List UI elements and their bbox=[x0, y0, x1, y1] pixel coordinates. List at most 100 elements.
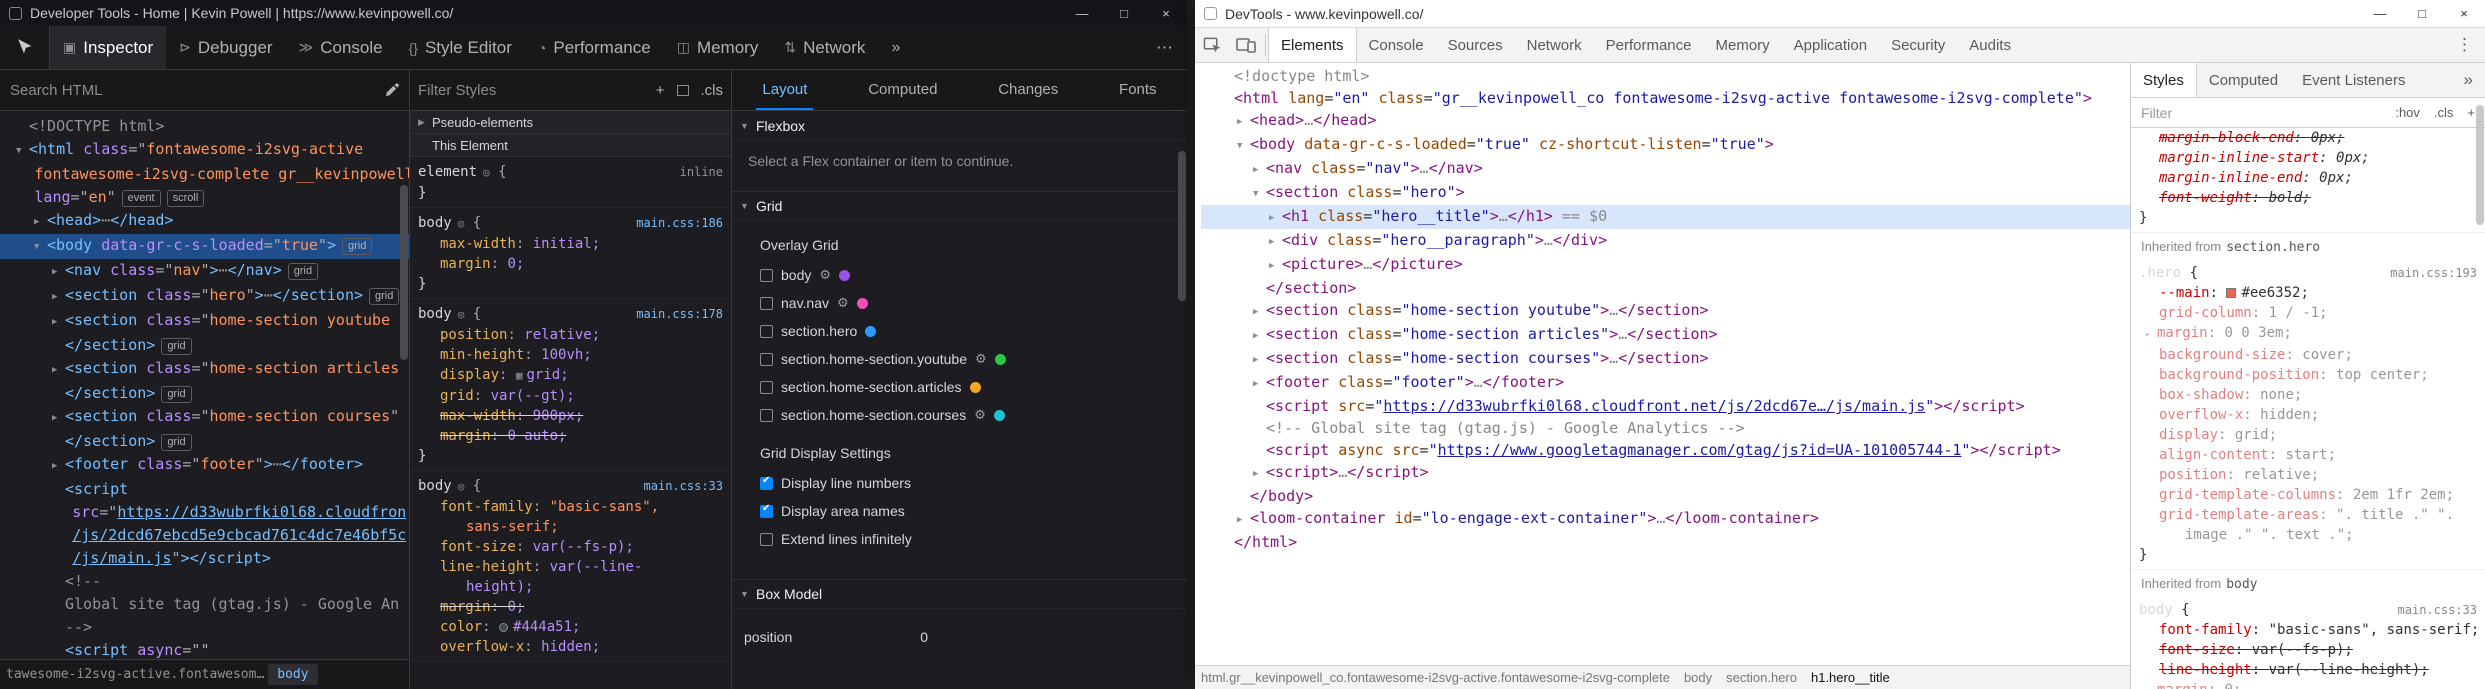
new-style-rule-button[interactable]: + bbox=[2467, 105, 2475, 120]
dom-tree-row[interactable]: src="https://d33wubrfki0l68.cloudfron bbox=[0, 501, 409, 524]
tab-performance[interactable]: Performance bbox=[1594, 28, 1704, 62]
stylesheet-link[interactable]: main.css:178 bbox=[636, 304, 723, 324]
expand-arrow-icon[interactable]: ▶ bbox=[34, 211, 47, 234]
breadcrumb-item[interactable]: body bbox=[268, 664, 318, 685]
dom-tree-row[interactable]: <html lang="en" class="gr__kevinpowell_c… bbox=[1201, 87, 2130, 109]
dom-tree-row[interactable]: ▶ <picture>…</picture> bbox=[1201, 253, 2130, 277]
markup-scrollbar[interactable] bbox=[399, 145, 409, 655]
breadcrumb-item[interactable]: section.hero bbox=[1726, 670, 1797, 685]
css-declaration[interactable]: line-height: var(--line-height); bbox=[2139, 660, 2477, 680]
css-declaration[interactable]: align-content: start; bbox=[2139, 445, 2477, 465]
expand-arrow-icon[interactable]: ▶ bbox=[1237, 509, 1250, 531]
expand-arrow-icon[interactable]: ▼ bbox=[34, 236, 47, 259]
gear-icon[interactable]: ⚙ bbox=[975, 351, 987, 367]
dom-tree-row[interactable]: /js/main.js"></script> bbox=[0, 547, 409, 570]
firefox-titlebar[interactable]: Developer Tools - Home | Kevin Powell | … bbox=[0, 0, 1187, 26]
tab-inspector[interactable]: ▣ Inspector bbox=[50, 26, 167, 69]
css-declaration[interactable]: position: relative; bbox=[418, 325, 723, 345]
expand-arrow-icon[interactable]: ▶ bbox=[1269, 231, 1282, 253]
css-declaration[interactable]: position: relative; bbox=[2139, 465, 2477, 485]
close-button[interactable]: × bbox=[2443, 0, 2485, 27]
tab-style-editor[interactable]: {} Style Editor bbox=[396, 26, 525, 69]
dom-tree-row[interactable]: </section> grid bbox=[0, 382, 409, 405]
rules-section-header[interactable]: ▶ Pseudo-elements bbox=[410, 111, 731, 134]
dom-tree-row[interactable]: ▶ <section class="home-section articles bbox=[0, 357, 409, 382]
css-declaration[interactable]: margin-block-end: 0px; bbox=[2139, 128, 2477, 148]
dom-tree-row[interactable]: ▼ <body data-gr-c-s-loaded="true"> grid bbox=[0, 234, 409, 259]
dom-tree-row[interactable]: ▶ <head>…</head> bbox=[1201, 109, 2130, 133]
tab-changes[interactable]: Changes bbox=[992, 70, 1064, 110]
grid-setting-row[interactable]: Extend lines infinitely bbox=[732, 525, 1187, 553]
dom-tree-row[interactable]: ▶ <nav class="nav">⋯</nav> grid bbox=[0, 259, 409, 284]
tab-debugger[interactable]: ⊳ Debugger bbox=[166, 26, 285, 69]
maximize-button[interactable]: □ bbox=[2401, 0, 2443, 27]
expand-arrow-icon[interactable]: ▶ bbox=[52, 407, 65, 430]
tab-overflow-chevron-icon[interactable]: » bbox=[878, 26, 913, 69]
meatball-menu-icon[interactable]: ⋯ bbox=[1156, 38, 1173, 58]
css-declaration[interactable]: box-shadow: none; bbox=[2139, 385, 2477, 405]
css-declaration[interactable]: min-height: 100vh; bbox=[418, 345, 723, 365]
gear-icon[interactable]: ⚙ bbox=[819, 267, 831, 283]
grid-badge[interactable]: grid bbox=[161, 338, 192, 355]
expand-arrow-icon[interactable]: ▼ bbox=[16, 140, 29, 163]
grid-badge[interactable]: grid bbox=[161, 434, 192, 451]
expand-arrow-icon[interactable]: ▶ bbox=[1269, 255, 1282, 277]
dom-tree-row[interactable]: </body> bbox=[1201, 485, 2130, 507]
grid-overlay-row[interactable]: section.home-section.youtube ⚙ bbox=[732, 345, 1187, 373]
tab-network[interactable]: ⇅ Network bbox=[771, 26, 878, 69]
tab-elements[interactable]: Elements bbox=[1268, 28, 1357, 62]
scroll-badge[interactable]: scroll bbox=[166, 190, 205, 207]
css-declaration[interactable]: max-width: initial; bbox=[418, 234, 723, 254]
dom-tree-row[interactable]: </html> bbox=[1201, 531, 2130, 553]
grid-setting-row[interactable]: Display area names bbox=[732, 497, 1187, 525]
css-declaration[interactable]: max-width: 900px; bbox=[418, 406, 723, 426]
css-declaration[interactable]: overflow-x: hidden; bbox=[418, 637, 723, 657]
expand-arrow-icon[interactable]: ▼ bbox=[1253, 183, 1266, 205]
tab-sources[interactable]: Sources bbox=[1436, 28, 1515, 62]
tab-fonts[interactable]: Fonts bbox=[1113, 70, 1163, 110]
expand-arrow-icon[interactable]: ▶ bbox=[1253, 373, 1266, 395]
expand-arrow-icon[interactable]: ▶ bbox=[52, 261, 65, 284]
expand-arrow-icon[interactable]: ▶ bbox=[52, 286, 65, 309]
checkbox[interactable] bbox=[760, 352, 773, 366]
dom-tree-row[interactable]: <!DOCTYPE html> bbox=[0, 115, 409, 138]
dom-tree-row[interactable]: ▼ <body data-gr-c-s-loaded="true" cz-shor… bbox=[1201, 133, 2130, 157]
search-html-input[interactable]: Search HTML bbox=[10, 82, 103, 99]
css-declaration[interactable]: grid-template-areas: ". title ." ". bbox=[2139, 505, 2477, 525]
grid-badge[interactable]: grid bbox=[369, 288, 400, 305]
tab-memory[interactable]: Memory bbox=[1704, 28, 1782, 62]
grid-setting-row[interactable]: Display line numbers bbox=[732, 469, 1187, 497]
css-declaration[interactable]: font-weight: bold; bbox=[2139, 188, 2477, 208]
rule-selector[interactable]: body bbox=[2139, 602, 2173, 618]
tab-event-listeners[interactable]: Event Listeners bbox=[2290, 63, 2417, 97]
css-declaration[interactable]: --main: #ee6352; bbox=[2139, 283, 2477, 303]
expand-arrow-icon[interactable]: ▶ bbox=[1253, 159, 1266, 181]
inherited-element-link[interactable]: section.hero bbox=[2226, 240, 2320, 255]
dom-tree-row[interactable]: fontawesome-i2svg-complete gr__kevinpowe… bbox=[0, 163, 409, 186]
print-simulation-icon[interactable] bbox=[676, 84, 689, 96]
css-declaration[interactable]: font-family: "basic-sans", sans-serif; bbox=[2139, 620, 2479, 640]
tab-computed[interactable]: Computed bbox=[2197, 63, 2290, 97]
checkbox[interactable] bbox=[760, 324, 773, 338]
css-declaration[interactable]: color: #444a51; bbox=[418, 617, 723, 637]
checkbox[interactable] bbox=[760, 408, 773, 422]
checkbox[interactable] bbox=[760, 503, 773, 518]
css-declaration[interactable]: display: ▦ grid; bbox=[418, 365, 723, 386]
dom-tree-row[interactable]: <!doctype html> bbox=[1201, 65, 2130, 87]
breadcrumb-item[interactable]: h1.hero__title bbox=[1811, 670, 1890, 685]
dom-tree-row[interactable]: </section> grid bbox=[0, 334, 409, 357]
expand-arrow-icon[interactable]: ▶ bbox=[1253, 325, 1266, 347]
scrollbar-thumb[interactable] bbox=[400, 185, 408, 360]
gear-icon[interactable]: ⚙ bbox=[837, 295, 849, 311]
checkbox[interactable] bbox=[760, 296, 773, 310]
minimize-button[interactable]: — bbox=[2359, 0, 2401, 27]
dom-tree-row[interactable]: ▶ <section class="home-section courses" bbox=[0, 405, 409, 430]
dom-tree-row[interactable]: <script bbox=[0, 478, 409, 501]
css-declaration[interactable]: font-family: "basic-sans", bbox=[418, 497, 723, 517]
dom-tree-row[interactable]: ▶ <section class="hero">⋯</section> grid bbox=[0, 284, 409, 309]
expand-arrow-icon[interactable]: ▶ bbox=[1253, 463, 1266, 485]
css-declaration[interactable]: font-size: var(--fs-p); bbox=[418, 537, 723, 557]
css-declaration[interactable]: background-position: top center; bbox=[2139, 365, 2477, 385]
eyedropper-icon[interactable] bbox=[384, 82, 399, 98]
dom-tree-row[interactable]: <script async src="https://www.googletag… bbox=[1201, 439, 2130, 461]
